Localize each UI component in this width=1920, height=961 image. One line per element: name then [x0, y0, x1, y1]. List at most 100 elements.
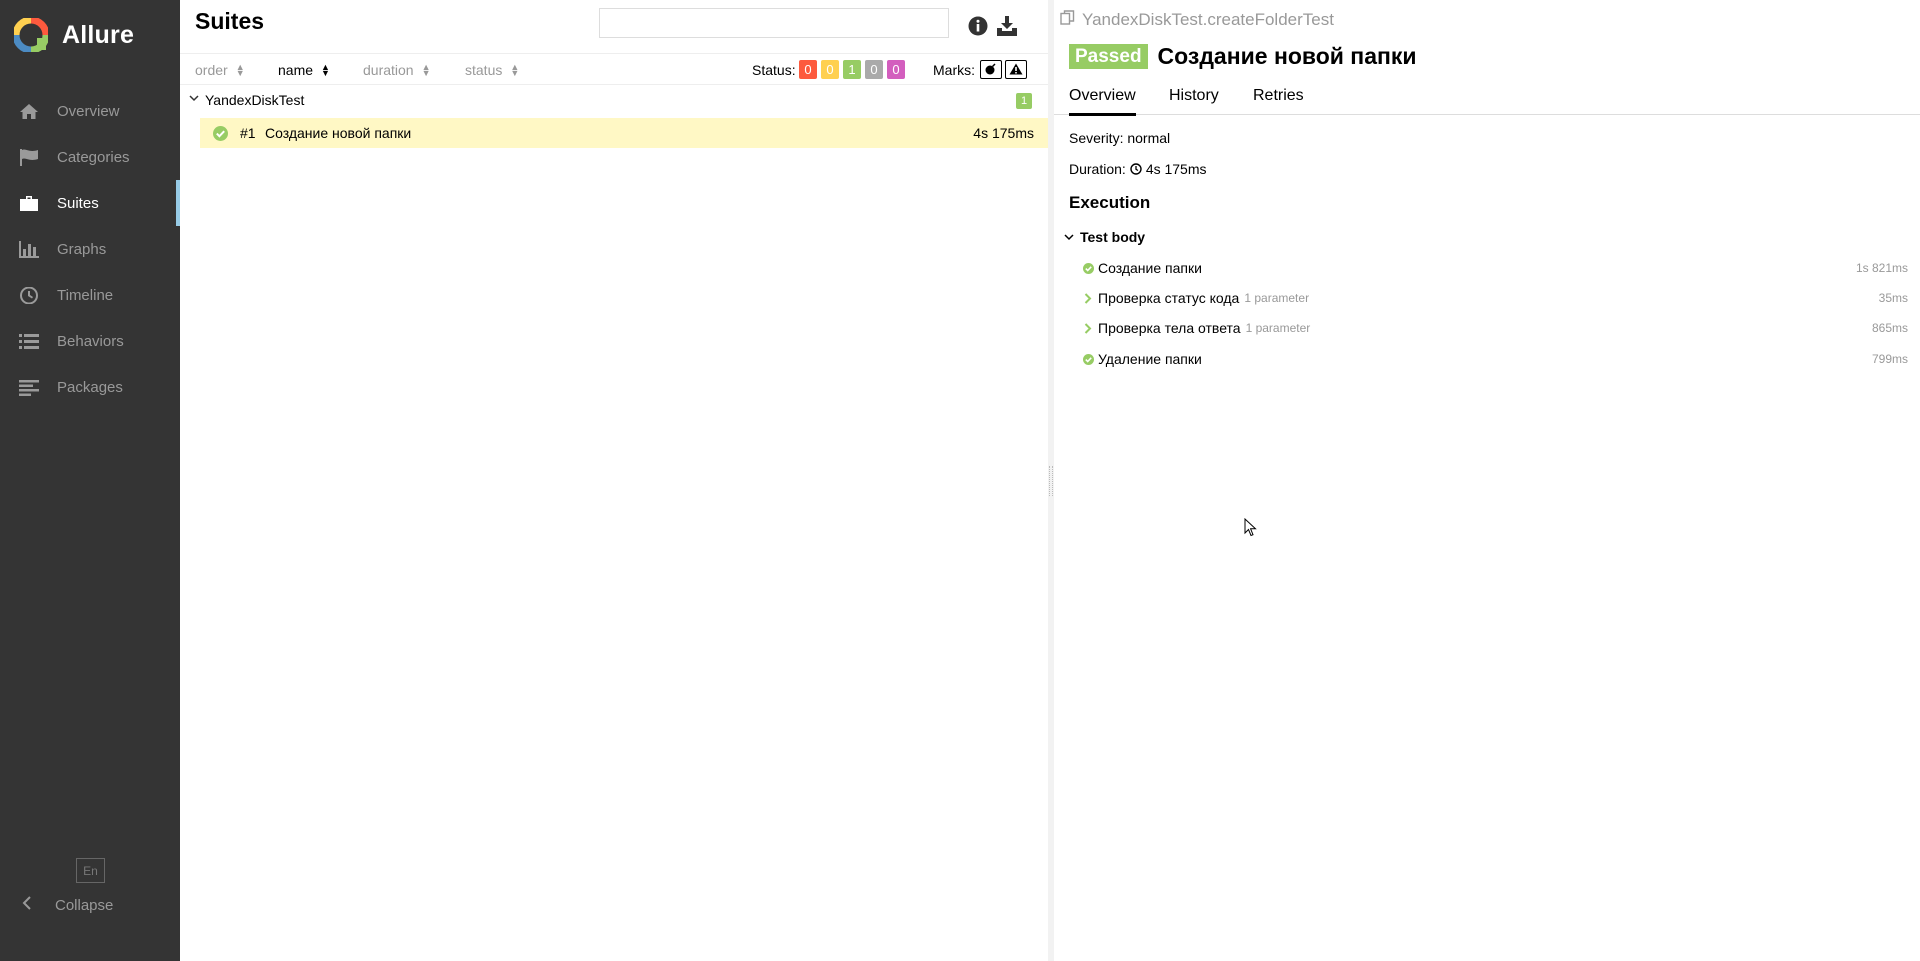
test-full-name[interactable]: YandexDiskTest.createFolderTest — [1060, 10, 1334, 30]
sort-status-label: status — [465, 62, 503, 78]
chevron-down-icon — [189, 92, 199, 109]
sort-name-label: name — [278, 62, 314, 78]
sidebar-nav: Overview Categories Suites Graphs Timeli… — [0, 88, 180, 410]
sort-arrows-icon: ▲ ▼ — [321, 62, 330, 78]
sort-arrows-icon: ▲ ▼ — [235, 62, 245, 78]
sidebar-item-behaviors[interactable]: Behaviors — [0, 318, 180, 364]
clock-icon — [18, 286, 40, 304]
severity-text: Severity: normal — [1069, 130, 1171, 146]
sort-order-button[interactable]: order ▲ ▼ — [195, 62, 245, 78]
step-name: Удаление папки — [1098, 351, 1202, 367]
marks-filter-label: Marks: — [933, 62, 975, 78]
allure-logo-icon — [12, 16, 50, 54]
step-param-count: 1 parameter — [1245, 321, 1311, 335]
status-filter: 0 0 1 0 0 — [799, 60, 905, 79]
sort-duration-label: duration — [363, 62, 414, 78]
brand[interactable]: Allure — [0, 0, 180, 70]
mouse-cursor-icon — [1244, 517, 1258, 541]
language-switcher[interactable]: En — [76, 858, 105, 883]
sidebar: Allure Overview Categories Suites Graphs — [0, 0, 180, 961]
sidebar-item-categories[interactable]: Categories — [0, 134, 180, 180]
test-full-name-text: YandexDiskTest.createFolderTest — [1082, 10, 1334, 29]
tab-retries[interactable]: Retries — [1253, 87, 1304, 113]
sidebar-item-label: Packages — [57, 378, 123, 396]
status-failed-toggle[interactable]: 0 — [799, 60, 817, 79]
splitter-grip-icon[interactable] — [1049, 466, 1053, 496]
suite-passed-count: 1 — [1016, 93, 1032, 109]
step-row[interactable]: Проверка тела ответа 1 parameter 865ms — [1082, 317, 1908, 339]
bar-chart-icon — [18, 240, 40, 258]
test-name: Создание новой папки — [265, 125, 412, 141]
test-row[interactable]: #1 Создание новой папки 4s 175ms — [200, 118, 1048, 148]
sidebar-item-packages[interactable]: Packages — [0, 364, 180, 410]
step-param-count: 1 parameter — [1244, 291, 1310, 305]
sidebar-item-label: Graphs — [57, 240, 107, 258]
info-icon[interactable] — [966, 14, 990, 38]
suites-pane: Suites order ▲ ▼ name ▲ ▼ duration ▲ ▼ stat… — [180, 0, 1048, 961]
page-title: Suites — [195, 8, 265, 34]
sidebar-item-label: Behaviors — [57, 332, 124, 350]
list-icon — [18, 332, 40, 350]
chevron-left-icon — [22, 896, 38, 914]
sort-status-button[interactable]: status ▲ ▼ — [465, 62, 519, 78]
duration-value: 4s 175ms — [1145, 161, 1207, 177]
test-body-toggle[interactable]: Test body — [1064, 229, 1145, 245]
suite-group-row[interactable]: YandexDiskTest 1 — [180, 87, 1048, 113]
step-name: Создание папки — [1098, 260, 1202, 276]
step-duration: 799ms — [1871, 352, 1908, 366]
sort-arrows-icon: ▲ ▼ — [510, 62, 520, 78]
home-icon — [18, 102, 40, 120]
bomb-icon — [985, 62, 997, 78]
status-badge: Passed — [1069, 44, 1148, 69]
sidebar-item-suites[interactable]: Suites — [0, 180, 180, 226]
status-broken-toggle[interactable]: 0 — [821, 60, 839, 79]
step-name: Проверка статус кода — [1098, 290, 1240, 306]
sidebar-item-label: Categories — [57, 148, 130, 166]
flag-icon — [18, 148, 40, 166]
duration-label: Duration: — [1069, 161, 1126, 177]
app-name: Allure — [62, 20, 135, 49]
step-row[interactable]: Проверка статус кода 1 parameter 35ms — [1082, 287, 1908, 309]
status-unknown-toggle[interactable]: 0 — [887, 60, 905, 79]
test-duration: 4s 175ms — [973, 125, 1034, 141]
chevron-right-icon — [1082, 322, 1094, 334]
test-body-label: Test body — [1080, 229, 1146, 245]
tab-overview[interactable]: Overview — [1069, 87, 1136, 116]
step-row[interactable]: Удаление папки 799ms — [1082, 348, 1908, 370]
status-passed-toggle[interactable]: 1 — [843, 60, 861, 79]
execution-title: Execution — [1069, 193, 1151, 212]
test-number: #1 — [240, 125, 256, 141]
sidebar-item-overview[interactable]: Overview — [0, 88, 180, 134]
new-failed-mark-toggle[interactable] — [1005, 60, 1027, 79]
passed-status-icon — [213, 126, 228, 144]
status-skipped-toggle[interactable]: 0 — [865, 60, 883, 79]
download-icon[interactable] — [995, 14, 1019, 38]
tab-history[interactable]: History — [1169, 87, 1219, 113]
sort-order-label: order — [195, 62, 228, 78]
briefcase-icon — [18, 194, 40, 212]
sidebar-item-label: Suites — [57, 194, 99, 212]
sidebar-item-label: Overview — [57, 102, 120, 120]
warning-icon — [1009, 62, 1023, 78]
test-title: Создание новой папки — [1157, 43, 1417, 69]
step-row[interactable]: Создание папки 1s 821ms — [1082, 257, 1908, 279]
status-filter-label: Status: — [752, 62, 796, 78]
sort-duration-button[interactable]: duration ▲ ▼ — [363, 62, 431, 78]
passed-status-icon — [1082, 262, 1094, 274]
collapse-button[interactable]: Collapse — [22, 896, 113, 914]
copy-icon[interactable] — [1060, 10, 1075, 30]
passed-status-icon — [1082, 353, 1094, 365]
sort-bar: order ▲ ▼ name ▲ ▼ duration ▲ ▼ status ▲ ▼ S… — [180, 53, 1048, 85]
sidebar-item-timeline[interactable]: Timeline — [0, 272, 180, 318]
search-input[interactable] — [599, 8, 949, 38]
collapse-label: Collapse — [55, 896, 114, 914]
sidebar-item-graphs[interactable]: Graphs — [0, 226, 180, 272]
step-name: Проверка тела ответа — [1098, 320, 1241, 336]
chevron-down-icon — [1064, 229, 1074, 245]
flaky-mark-toggle[interactable] — [980, 60, 1002, 79]
clock-icon — [1130, 163, 1142, 175]
test-title-line: Passed Создание новой папки — [1069, 43, 1417, 70]
sort-name-button[interactable]: name ▲ ▼ — [278, 62, 330, 78]
duration-line: Duration: 4s 175ms — [1069, 161, 1207, 177]
step-duration: 35ms — [1878, 291, 1908, 305]
